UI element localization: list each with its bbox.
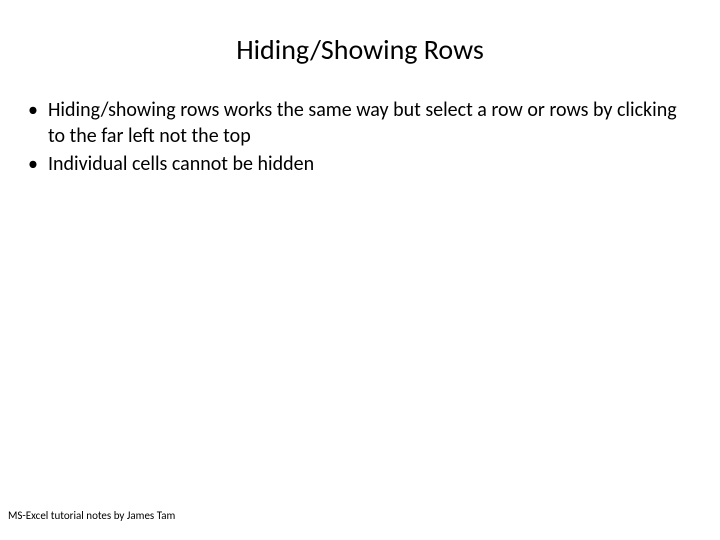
bullet-text: Individual cells cannot be hidden — [48, 151, 314, 177]
slide-content: • Hiding/showing rows works the same way… — [0, 97, 720, 177]
list-item: • Hiding/showing rows works the same way… — [28, 97, 680, 149]
slide-title: Hiding/Showing Rows — [0, 0, 720, 97]
bullet-marker: • — [28, 151, 38, 177]
footer-note: MS-Excel tutorial notes by James Tam — [8, 509, 175, 522]
list-item: • Individual cells cannot be hidden — [28, 151, 680, 177]
bullet-marker: • — [28, 97, 38, 123]
bullet-text: Hiding/showing rows works the same way b… — [48, 97, 680, 149]
